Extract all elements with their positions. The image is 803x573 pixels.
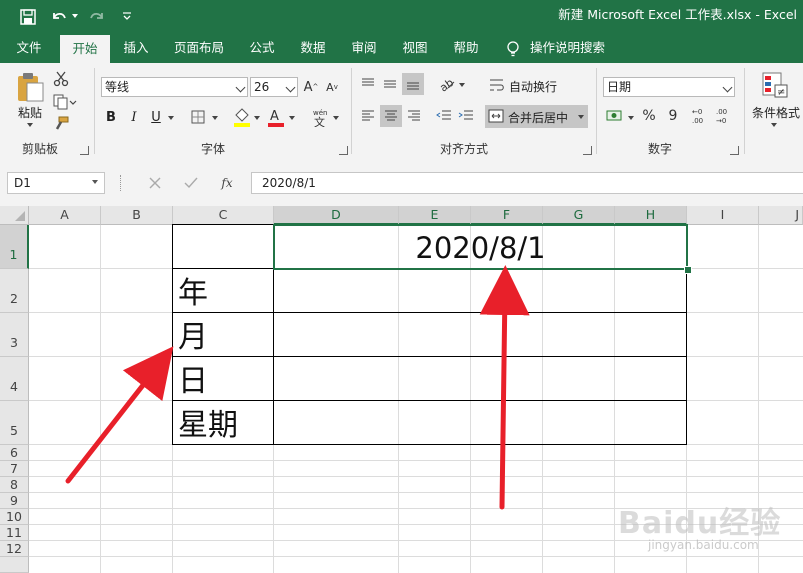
arrow-to-date-cell <box>479 265 530 510</box>
annotation-arrows <box>65 265 530 510</box>
arrow-to-labels <box>65 346 174 484</box>
baidu-watermark: Baidu经验 <box>618 506 782 541</box>
baidu-watermark-url: jingyan.baidu.com <box>648 538 759 552</box>
